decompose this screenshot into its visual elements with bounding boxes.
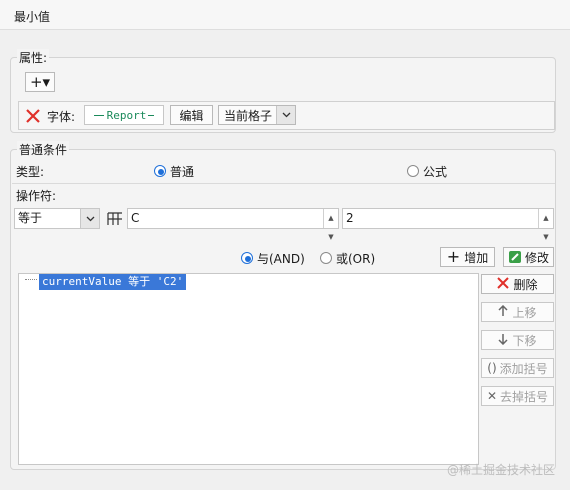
remove-parentheses-button[interactable]: ✕ 去掉括号 bbox=[481, 386, 554, 406]
operator-label: 操作符: bbox=[16, 189, 57, 203]
logic-and-radio[interactable] bbox=[241, 252, 253, 264]
type-normal-radio[interactable] bbox=[154, 165, 166, 177]
list-item[interactable]: currentValue 等于 'C2' bbox=[39, 274, 187, 290]
delete-condition-button[interactable]: 删除 bbox=[481, 274, 554, 294]
watermark: @稀土掘金技术社区 bbox=[447, 463, 556, 477]
dialog-title: 最小值 bbox=[14, 10, 51, 24]
type-formula-radio[interactable] bbox=[407, 165, 419, 177]
right-value-spinner[interactable]: ▲ ▼ bbox=[538, 209, 553, 241]
add-parentheses-button[interactable]: () 添加括号 bbox=[481, 358, 554, 378]
arrow-down-icon bbox=[498, 333, 509, 348]
move-down-button[interactable]: 下移 bbox=[481, 330, 554, 350]
type-formula-label[interactable]: 公式 bbox=[423, 163, 447, 180]
font-preview-line-left bbox=[93, 114, 104, 116]
chevron-down-icon bbox=[80, 209, 99, 228]
attributes-title: 属性: bbox=[17, 49, 50, 66]
parentheses-icon: () bbox=[487, 361, 497, 375]
left-value-input[interactable]: C ▲ ▼ bbox=[127, 208, 339, 241]
scope-select-value: 当前格子 bbox=[224, 108, 273, 123]
font-preview-text: Report bbox=[106, 108, 147, 122]
conditions-title: 普通条件 bbox=[17, 141, 70, 158]
font-preview-line-right bbox=[148, 114, 155, 116]
arrow-up-icon bbox=[498, 304, 509, 320]
tree-connector bbox=[25, 279, 37, 281]
add-condition-label: 增加 bbox=[464, 250, 489, 265]
modify-condition-label: 修改 bbox=[524, 250, 549, 265]
delete-condition-label: 删除 bbox=[513, 277, 538, 292]
add-attribute-button[interactable]: +▾ bbox=[25, 72, 55, 92]
right-value-text: 2 bbox=[346, 211, 354, 225]
remove-attribute-icon[interactable] bbox=[25, 108, 41, 124]
chevron-down-icon bbox=[276, 106, 295, 124]
add-parentheses-label: 添加括号 bbox=[499, 361, 548, 376]
move-down-label: 下移 bbox=[512, 333, 537, 348]
font-label: 字体: bbox=[47, 110, 76, 124]
logic-or-radio[interactable] bbox=[320, 252, 332, 264]
operator-select-value: 等于 bbox=[18, 211, 43, 225]
plus-icon: + bbox=[446, 247, 461, 266]
modify-condition-button[interactable]: 修改 bbox=[503, 247, 554, 267]
remove-parentheses-icon: ✕ bbox=[486, 389, 498, 403]
left-value-spinner[interactable]: ▲ ▼ bbox=[323, 209, 338, 241]
cell-select-icon[interactable] bbox=[106, 210, 124, 227]
move-up-button[interactable]: 上移 bbox=[481, 302, 554, 322]
right-value-input[interactable]: 2 ▲ ▼ bbox=[342, 208, 554, 241]
move-up-label: 上移 bbox=[512, 305, 537, 320]
logic-and-label[interactable]: 与(AND) bbox=[257, 250, 305, 267]
remove-parentheses-label: 去掉括号 bbox=[500, 389, 549, 404]
operator-select[interactable]: 等于 bbox=[14, 208, 100, 229]
delete-icon bbox=[497, 276, 510, 292]
type-normal-label[interactable]: 普通 bbox=[170, 163, 194, 180]
condition-list[interactable]: currentValue 等于 'C2' bbox=[18, 273, 479, 465]
left-value-text: C bbox=[131, 211, 140, 225]
modify-icon bbox=[508, 250, 522, 264]
scope-select[interactable]: 当前格子 bbox=[218, 105, 296, 125]
edit-font-button[interactable]: 编辑 bbox=[170, 105, 213, 125]
type-label: 类型: bbox=[16, 165, 45, 179]
font-preview: Report bbox=[84, 105, 164, 125]
divider bbox=[12, 183, 555, 184]
add-condition-button[interactable]: + 增加 bbox=[440, 247, 495, 267]
logic-or-label[interactable]: 或(OR) bbox=[336, 250, 375, 267]
dialog-titlebar: 最小值 bbox=[0, 0, 570, 30]
